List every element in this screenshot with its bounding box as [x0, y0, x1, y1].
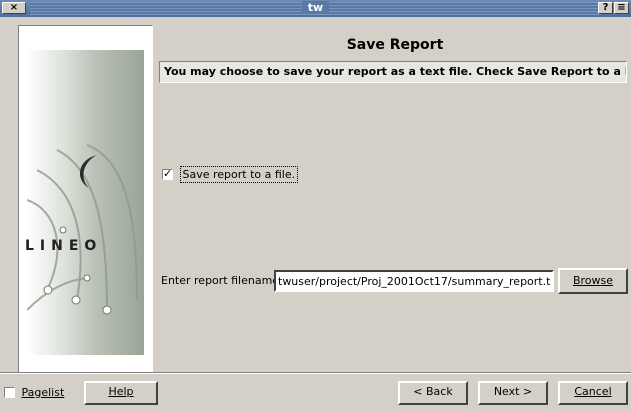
save-to-file-label[interactable]: Save report to a file.	[179, 166, 299, 183]
info-message: You may choose to save your report as a …	[159, 61, 627, 83]
help-icon: ?	[602, 2, 609, 13]
pagelist-option[interactable]: Pagelist	[4, 385, 64, 399]
next-label: Next >	[493, 385, 533, 398]
help-button[interactable]: Help	[84, 381, 158, 405]
save-to-file-option[interactable]: Save report to a file.	[162, 166, 299, 183]
page-title: Save Report	[346, 37, 444, 53]
close-icon: ×	[9, 2, 19, 13]
help-label: Help	[108, 385, 134, 398]
pagelist-checkbox[interactable]	[4, 386, 15, 398]
lineo-logo-text: LINEO	[25, 238, 103, 254]
help-window-button[interactable]: ?	[598, 2, 613, 14]
filename-label: Enter report filename:	[161, 274, 283, 287]
footer-separator	[0, 372, 631, 374]
menu-icon: ≡	[617, 2, 626, 13]
browse-button[interactable]: Browse	[558, 268, 628, 294]
circuit-illustration	[26, 144, 138, 315]
next-button[interactable]: Next >	[478, 381, 548, 405]
window-menu-button[interactable]: ≡	[614, 2, 629, 14]
lineo-logo-art: LINEO	[25, 50, 144, 355]
filename-row: Enter report filename: Browse	[161, 268, 629, 294]
back-label: < Back	[413, 385, 453, 398]
title-bar[interactable]: tw × ? ≡	[0, 0, 631, 17]
save-report-dialog: tw × ? ≡ LINEO Save Report You may choos…	[0, 0, 631, 412]
back-button[interactable]: < Back	[398, 381, 468, 405]
window-title: tw	[301, 1, 330, 14]
cancel-label: Cancel	[574, 385, 612, 398]
cancel-button[interactable]: Cancel	[558, 381, 628, 405]
side-panel: LINEO	[18, 25, 153, 373]
browse-label: Browse	[572, 274, 614, 287]
pagelist-label[interactable]: Pagelist	[22, 386, 65, 399]
close-window-button[interactable]: ×	[2, 2, 26, 14]
save-to-file-checkbox[interactable]	[162, 167, 173, 180]
filename-input[interactable]	[274, 270, 554, 292]
